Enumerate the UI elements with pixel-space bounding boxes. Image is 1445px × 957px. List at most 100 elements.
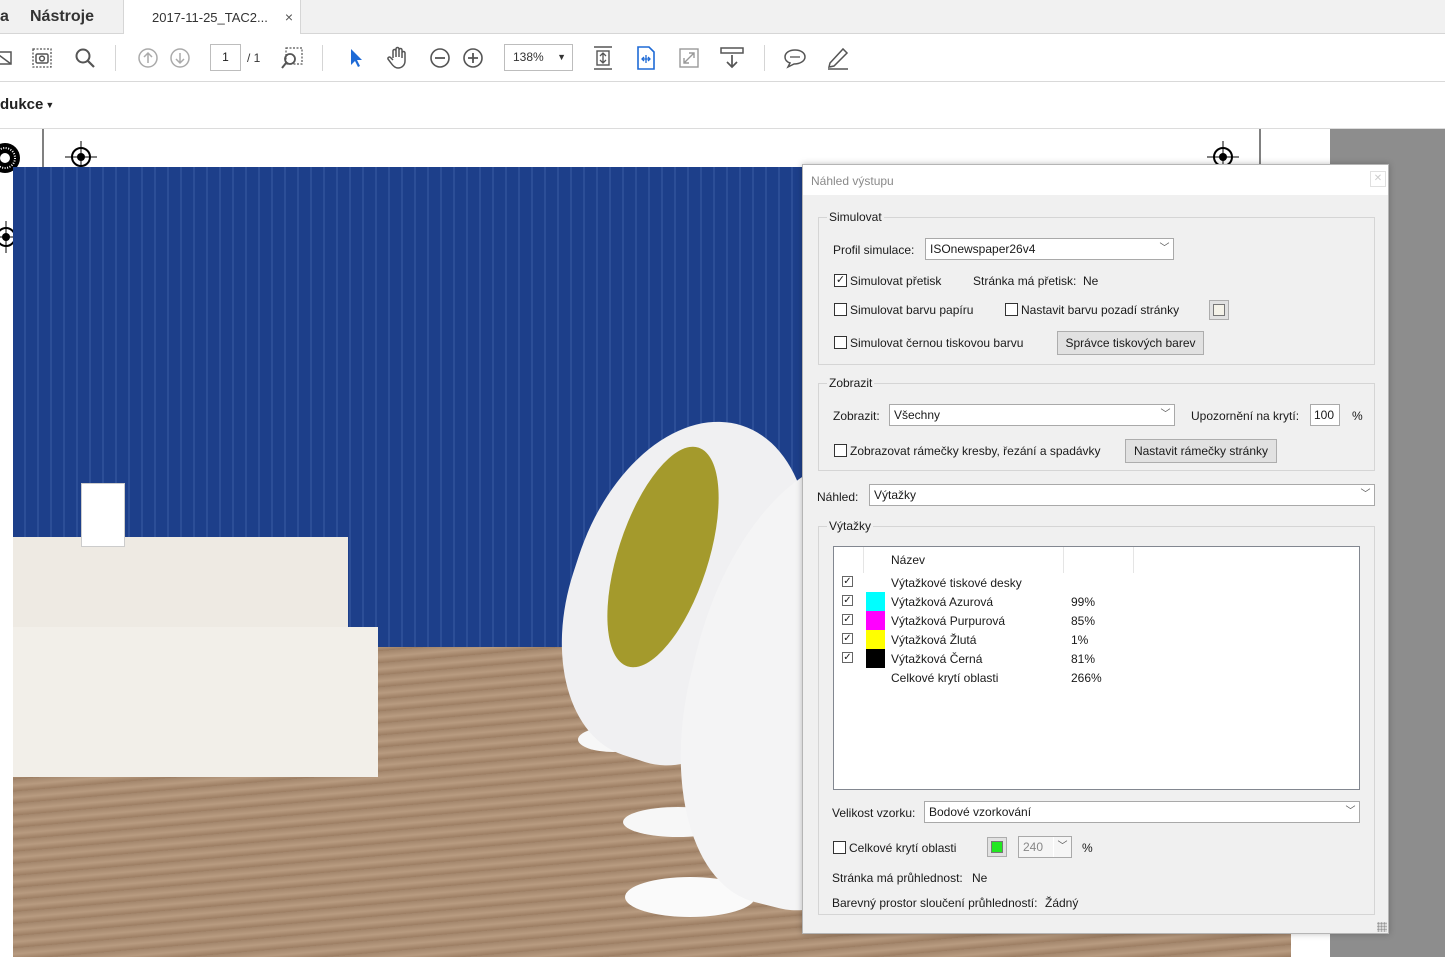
page-number-input[interactable]: 1 (210, 44, 241, 71)
full-screen-icon[interactable] (676, 45, 702, 71)
preview-value: Výtažky (874, 488, 917, 502)
search-icon[interactable] (72, 45, 98, 71)
simulate-paper-color-checkbox[interactable] (834, 303, 847, 316)
separation-checkbox[interactable]: ✓ (842, 633, 853, 644)
production-menu[interactable]: dukce ▼ (0, 96, 54, 113)
close-tab-icon[interactable]: × (285, 9, 293, 25)
tab-document[interactable]: 2017-11-25_TAC2... × (123, 0, 301, 34)
chevron-down-icon: ﹀ (1053, 837, 1071, 857)
zoom-select[interactable]: 138% ▼ (504, 44, 573, 71)
simulation-profile-select[interactable]: ISOnewspaper26v4 ﹀ (925, 238, 1174, 260)
chevron-down-icon: ﹀ (1341, 802, 1359, 822)
highlight-icon[interactable] (825, 45, 851, 71)
production-menu-label: dukce (0, 96, 44, 113)
total-coverage-checkbox[interactable] (833, 841, 846, 854)
show-boxes-label: Zobrazovat rámečky kresby, řezání a spad… (850, 444, 1101, 458)
blend-space-label: Barevný prostor sloučení průhledností: (832, 896, 1038, 910)
color-swatch (991, 841, 1003, 853)
list-header-name[interactable]: Název (864, 547, 1064, 573)
list-header-check (834, 547, 864, 573)
dialog-titlebar[interactable]: Náhled výstupu ✕ (803, 165, 1388, 195)
preview-label: Náhled: (817, 490, 859, 504)
scroll-mode-icon[interactable] (719, 45, 745, 71)
table-row[interactable]: ✓ Výtažková Černá 81% (834, 649, 1359, 668)
simulation-profile-value: ISOnewspaper26v4 (930, 242, 1036, 256)
close-icon[interactable]: ✕ (1370, 171, 1386, 187)
page-down-icon[interactable] (167, 45, 193, 71)
show-boxes-checkbox[interactable] (834, 444, 847, 457)
set-page-boxes-button[interactable]: Nastavit rámečky stránky (1125, 439, 1277, 463)
simulate-overprint-checkbox[interactable]: ✓ (834, 274, 847, 287)
chevron-down-icon: ﹀ (1356, 485, 1374, 505)
coverage-warning-label: Upozornění na krytí: (1191, 409, 1300, 423)
page-background-label: Nastavit barvu pozadí stránky (1021, 303, 1180, 317)
simulate-group-title: Simulovat (827, 210, 884, 224)
select-arrow-icon[interactable] (342, 45, 368, 71)
table-row[interactable]: ✓ Výtažkové tiskové desky (834, 573, 1359, 592)
separation-percent: 99% (1071, 595, 1096, 609)
simulate-black-ink-checkbox[interactable] (834, 336, 847, 349)
list-header-name-label: Název (891, 553, 926, 567)
ink-color-swatch (866, 592, 885, 611)
show-group-title: Zobrazit (827, 376, 875, 390)
preview-select[interactable]: Výtažky ﹀ (869, 484, 1375, 506)
sample-size-value: Bodové vzorkování (929, 805, 1032, 819)
show-value: Všechny (894, 408, 941, 422)
simulate-black-ink-label: Simulovat černou tiskovou barvu (850, 336, 1024, 350)
output-preview-dialog: Náhled výstupu ✕ Simulovat Profil simula… (802, 164, 1389, 934)
separations-group-title: Výtažky (827, 519, 874, 533)
zoom-out-icon[interactable] (427, 45, 453, 71)
tab-tools[interactable]: Nástroje (30, 0, 94, 34)
toolbar: 1 / 1 138% ▼ (0, 35, 1445, 82)
coverage-warning-input[interactable]: 100 (1310, 404, 1340, 426)
fit-page-icon[interactable] (590, 45, 616, 71)
chevron-down-icon: ﹀ (1155, 239, 1173, 259)
table-row[interactable]: ✓ Výtažková Žlutá 1% (834, 630, 1359, 649)
separation-checkbox[interactable]: ✓ (842, 576, 853, 587)
page-background-checkbox[interactable] (1005, 303, 1018, 316)
photo-display-stand (81, 483, 125, 547)
list-header-percent[interactable] (1064, 547, 1134, 573)
zoom-in-icon[interactable] (460, 45, 486, 71)
toolbar-separator (764, 45, 765, 71)
show-select[interactable]: Všechny ﹀ (889, 404, 1175, 426)
find-zoom-icon[interactable] (279, 45, 305, 71)
page-total: / 1 (247, 51, 261, 65)
table-row[interactable]: ✓ Výtažková Azurová 99% (834, 592, 1359, 611)
ink-manager-button[interactable]: Správce tiskových barev (1057, 331, 1204, 355)
separation-checkbox[interactable]: ✓ (842, 595, 853, 606)
comment-icon[interactable] (782, 45, 808, 71)
page-background-color-button[interactable] (1209, 300, 1229, 320)
total-coverage-select[interactable]: 240 ﹀ (1018, 836, 1072, 858)
separations-list[interactable]: Název ✓ Výtažkové tiskové desky ✓ Výtažková… (833, 546, 1360, 790)
separation-name: Celkové krytí oblasti (891, 671, 999, 685)
resize-grip-icon[interactable] (1377, 922, 1387, 932)
show-label: Zobrazit: (833, 409, 880, 423)
color-swatch (1213, 304, 1225, 316)
separation-percent: 1% (1071, 633, 1089, 647)
page-layout-icon[interactable] (633, 45, 659, 71)
transparency-value: Ne (972, 871, 988, 885)
total-coverage-label: Celkové krytí oblasti (849, 841, 957, 855)
page-up-icon[interactable] (135, 45, 161, 71)
total-coverage-color-button[interactable] (987, 837, 1007, 857)
table-row[interactable]: ✓ Výtažková Purpurová 85% (834, 611, 1359, 630)
separation-checkbox[interactable]: ✓ (842, 652, 853, 663)
hand-icon[interactable] (385, 45, 411, 71)
chevron-down-icon: ▼ (557, 52, 566, 62)
chevron-down-icon: ﹀ (1156, 405, 1174, 425)
separation-name: Výtažková Černá (891, 652, 983, 666)
separation-name: Výtažková Azurová (891, 595, 994, 609)
snapshot-icon[interactable] (29, 45, 55, 71)
separation-checkbox[interactable]: ✓ (842, 614, 853, 625)
separation-name: Výtažková Purpurová (891, 614, 1006, 628)
tab-home-partial[interactable]: a (0, 0, 10, 34)
sample-size-select[interactable]: Bodové vzorkování ﹀ (924, 801, 1360, 823)
tab-tools-label: Nástroje (30, 8, 95, 25)
percent-label: % (1082, 841, 1093, 855)
page-overprint-label: Stránka má přetisk: (973, 274, 1077, 288)
sample-size-label: Velikost vzorku: (832, 806, 916, 820)
table-row[interactable]: Celkové krytí oblasti 266% (834, 668, 1359, 687)
simulate-group: Simulovat Profil simulace: ISOnewspaper2… (818, 210, 1375, 365)
mail-icon[interactable] (0, 45, 16, 71)
